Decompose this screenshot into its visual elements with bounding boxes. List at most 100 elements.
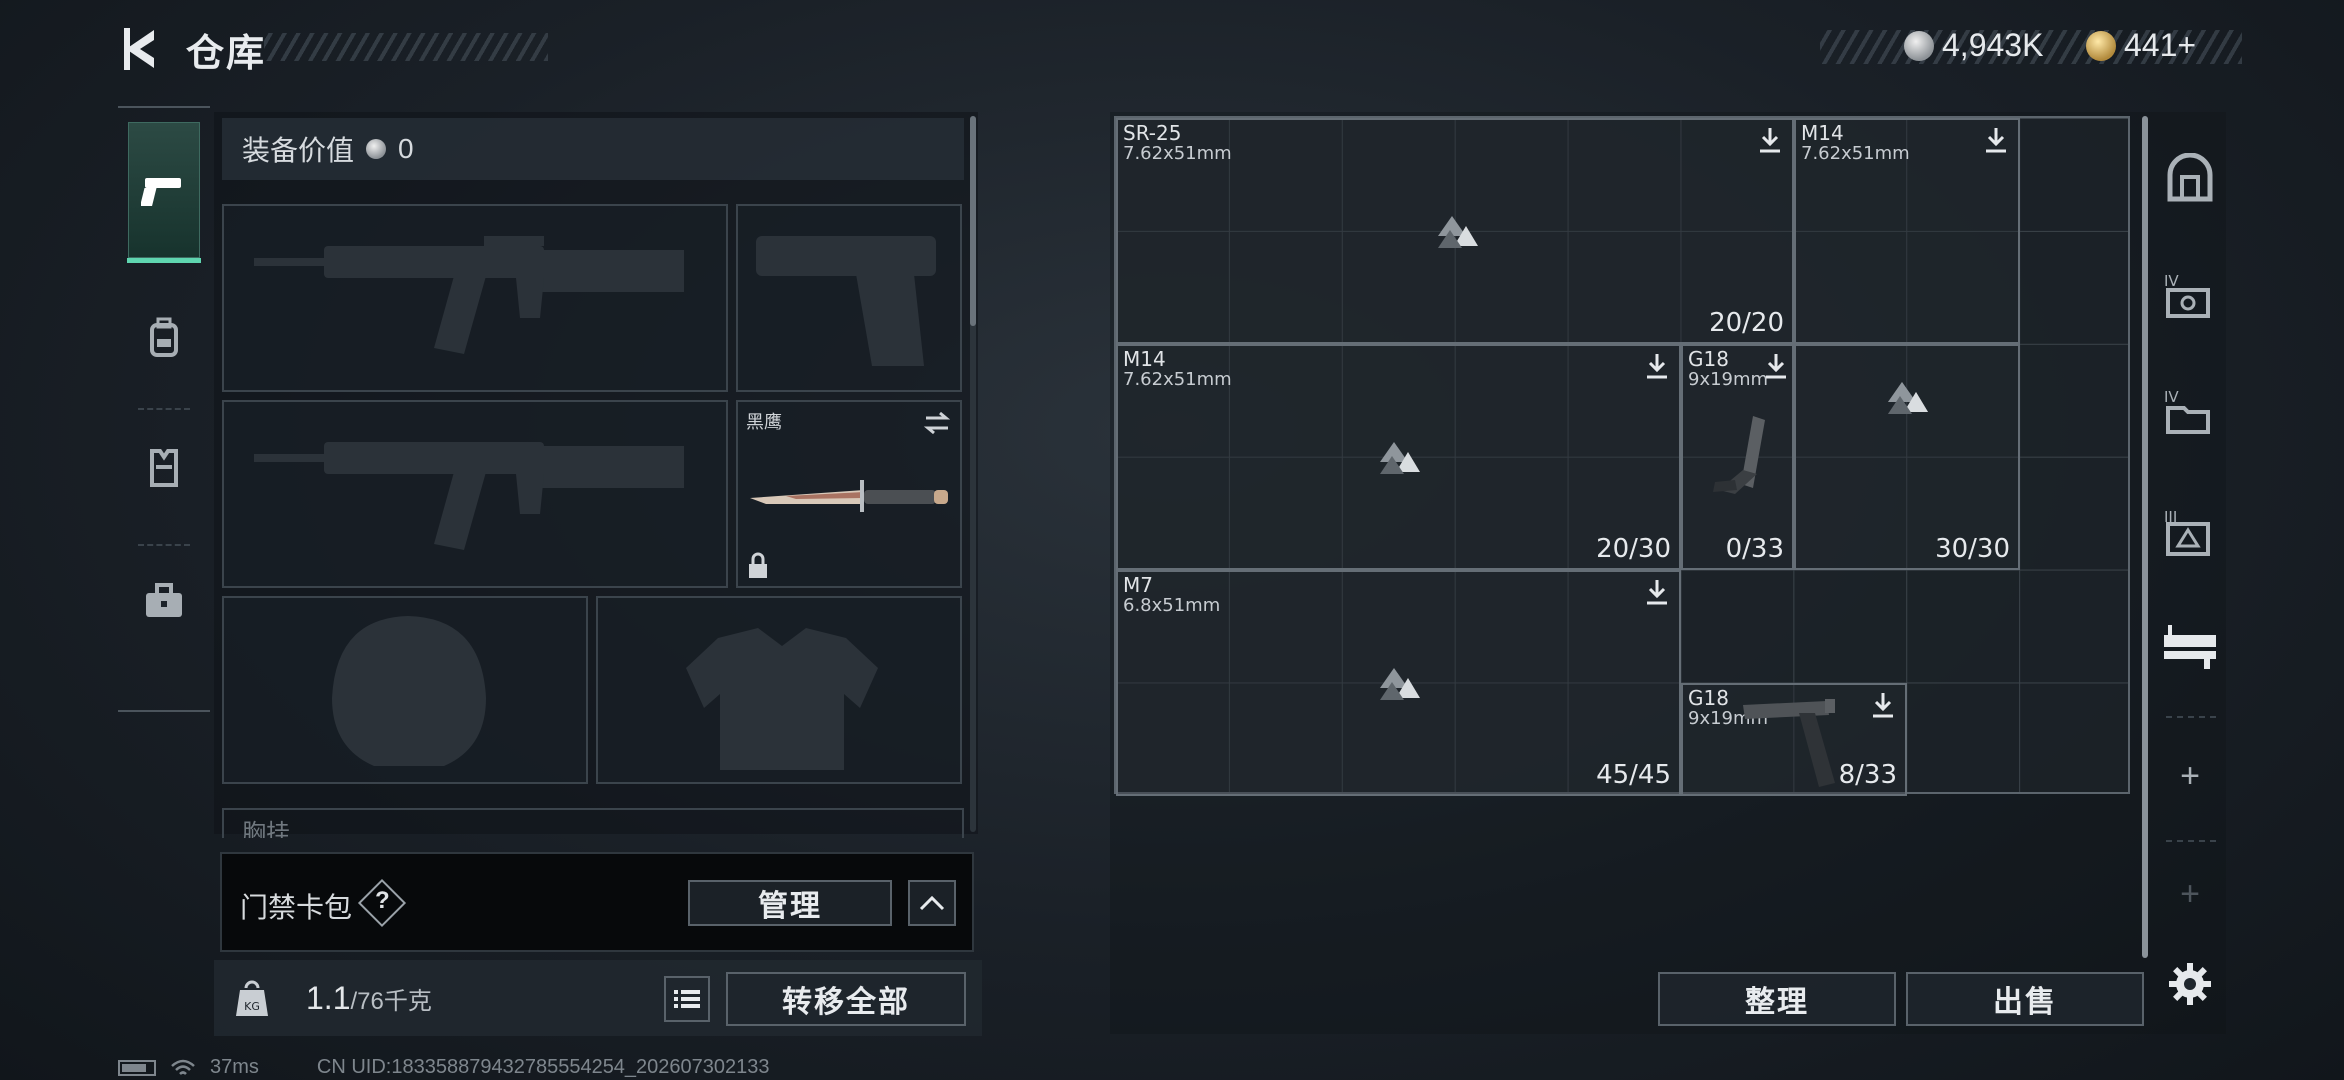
side-divider: [2166, 716, 2216, 718]
nav-divider: [138, 408, 190, 410]
gold-coin-icon: [2086, 30, 2116, 61]
pistol-silhouette-icon: [756, 236, 936, 366]
svg-text:IV: IV: [2164, 388, 2179, 406]
g18-pistol-image: [1743, 699, 1835, 787]
knife-label: 黑鹰: [746, 412, 782, 432]
transfer-all-button[interactable]: 转移全部: [726, 972, 966, 1026]
currency-silver-value: 4,943K: [1942, 27, 2044, 63]
svg-text:KG: KG: [244, 1000, 260, 1013]
nav-armor[interactable]: [128, 426, 200, 508]
item-name: G18: [1688, 686, 1729, 710]
stash-grid[interactable]: SR-25 7.62x51mm 20/20 M14 7.62x51mm 30/3…: [1114, 116, 2130, 796]
armor-silhouette-icon: [686, 628, 878, 770]
chest-rig-slot[interactable]: 胸挂: [222, 808, 964, 838]
silver-coin-icon: [1904, 30, 1934, 61]
unknown-item-icon: [1380, 668, 1420, 700]
download-icon[interactable]: [1645, 352, 1669, 380]
equipment-value-header: 装备价值 0: [222, 118, 964, 180]
download-icon[interactable]: [1764, 352, 1788, 380]
currency-gold[interactable]: 441+: [2086, 27, 2196, 64]
stash-item-g18-b[interactable]: G18 9x19mm 8/33: [1681, 683, 1907, 796]
nav-divider: [138, 544, 190, 546]
expand-keycard-button[interactable]: [908, 880, 956, 926]
nav-weapons[interactable]: [127, 122, 201, 263]
item-caliber: 7.62x51mm: [1123, 369, 1232, 390]
list-icon: [674, 990, 700, 1008]
safe-icon: [2167, 153, 2213, 202]
rifle-silhouette-icon: [254, 236, 684, 354]
list-view-button[interactable]: [664, 976, 710, 1022]
gear-icon: [2169, 963, 2211, 1005]
weapon-rack-icon: [2164, 625, 2216, 669]
download-icon[interactable]: [1758, 126, 1782, 154]
battery-icon: [118, 1059, 156, 1076]
keycard-label: 门禁卡包: [240, 892, 353, 923]
tier-box-icon: III: [2164, 508, 2210, 556]
side-item-storage[interactable]: [2162, 148, 2218, 208]
vest-icon: [150, 449, 178, 487]
weight-current: 1.1: [306, 980, 351, 1016]
body-armor-slot[interactable]: [596, 596, 962, 784]
nav-backpack[interactable]: [128, 296, 200, 378]
silver-coin-icon: [366, 139, 387, 159]
download-icon[interactable]: [1645, 578, 1669, 606]
side-item-tier3[interactable]: III: [2162, 502, 2218, 562]
settings-button[interactable]: [2162, 954, 2218, 1014]
download-icon[interactable]: [1871, 691, 1895, 719]
stash-scrollbar[interactable]: [2142, 116, 2148, 958]
item-caliber: 7.62x51mm: [1123, 143, 1232, 164]
sort-button[interactable]: 整理: [1658, 972, 1896, 1026]
chevron-up-icon: [919, 895, 945, 911]
download-icon[interactable]: [1984, 126, 2008, 154]
stash-item-m14-b[interactable]: M14 7.62x51mm 20/30: [1116, 344, 1681, 570]
item-caliber: 7.62x51mm: [1801, 143, 1910, 164]
primary-weapon-slot[interactable]: [222, 204, 728, 392]
currency-silver: 4,943K: [1904, 27, 2043, 64]
stash-item-m14-a-lower[interactable]: 30/30: [1794, 344, 2020, 570]
side-divider: [2166, 840, 2216, 842]
add-storage-button[interactable]: +: [2162, 746, 2218, 806]
lock-icon: [749, 552, 767, 578]
helmet-slot[interactable]: [222, 596, 588, 784]
stash-item-sr25[interactable]: SR-25 7.62x51mm 20/20: [1116, 118, 1794, 344]
add-storage-button-disabled[interactable]: +: [2162, 864, 2218, 924]
side-item-tier4-b[interactable]: IV: [2162, 382, 2218, 442]
currency-gold-value: 441+: [2124, 27, 2197, 63]
stash-item-g18-a[interactable]: G18 9x19mm 0/33: [1681, 344, 1794, 570]
melee-slot[interactable]: 黑鹰: [736, 400, 962, 588]
sell-button[interactable]: 出售: [1906, 972, 2144, 1026]
item-ammo: 8/33: [1838, 760, 1897, 790]
item-name: M14: [1801, 121, 1844, 145]
item-ammo: 20/20: [1709, 308, 1784, 338]
pistol-icon: [141, 178, 181, 206]
item-name: G18: [1688, 347, 1729, 371]
secondary-weapon-slot[interactable]: [222, 400, 728, 588]
equip-value-label: 装备价值: [242, 135, 355, 166]
sidearm-slot[interactable]: [736, 204, 962, 392]
backpack-icon: [150, 317, 178, 357]
item-name: M7: [1123, 573, 1153, 597]
right-side-nav: IV IV III + +: [2152, 112, 2224, 1032]
stash-item-m7[interactable]: M7 6.8x51mm 45/45: [1116, 570, 1681, 796]
side-item-tier4-a[interactable]: IV: [2162, 266, 2218, 326]
left-nav: [118, 106, 210, 712]
manage-button[interactable]: 管理: [688, 880, 892, 926]
item-name: SR-25: [1123, 121, 1182, 145]
stash-item-m14-a[interactable]: M14 7.62x51mm: [1794, 118, 2020, 414]
g18-pistol-image: [1713, 416, 1765, 494]
nav-case[interactable]: [128, 560, 200, 642]
loadout-scrollbar[interactable]: [970, 116, 976, 326]
item-ammo: 45/45: [1596, 760, 1671, 790]
side-item-weapon-rack[interactable]: [2162, 616, 2218, 676]
title-stripes: [264, 33, 548, 61]
item-name: M14: [1123, 347, 1166, 371]
item-ammo: 20/30: [1596, 534, 1671, 564]
weight-readout: 1.1/76千克: [306, 980, 432, 1017]
wifi-icon: [171, 1059, 195, 1075]
chest-rig-label: 胸挂: [242, 820, 290, 838]
back-button[interactable]: [118, 24, 164, 74]
swap-icon[interactable]: [922, 410, 952, 436]
svg-text:IV: IV: [2164, 272, 2179, 290]
tier-chest-icon: IV: [2164, 272, 2210, 318]
item-caliber: 9x19mm: [1688, 369, 1769, 390]
